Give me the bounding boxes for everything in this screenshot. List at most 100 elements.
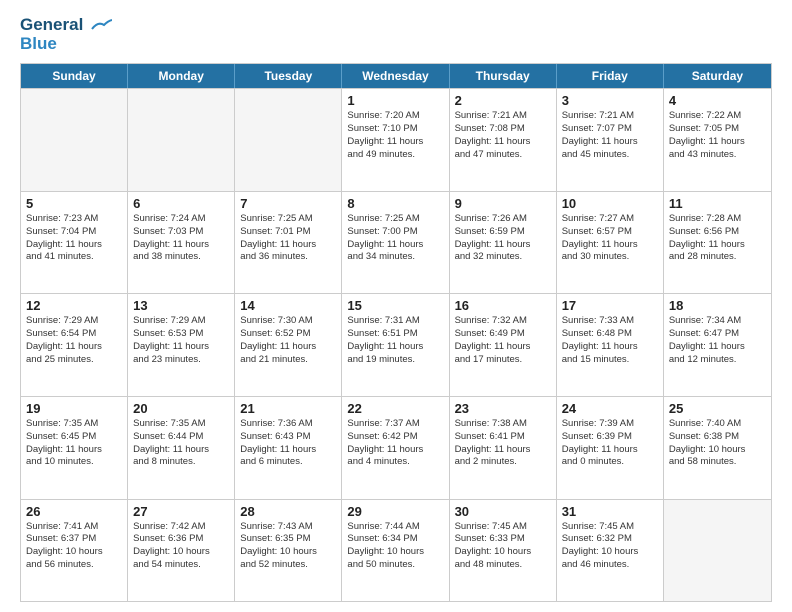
calendar-header: SundayMondayTuesdayWednesdayThursdayFrid… xyxy=(21,64,771,88)
calendar-day-26: 26Sunrise: 7:41 AM Sunset: 6:37 PM Dayli… xyxy=(21,500,128,602)
logo-bird-icon xyxy=(90,19,112,33)
day-number: 27 xyxy=(133,504,229,519)
day-info: Sunrise: 7:29 AM Sunset: 6:53 PM Dayligh… xyxy=(133,315,229,366)
day-info: Sunrise: 7:45 AM Sunset: 6:33 PM Dayligh… xyxy=(455,521,551,572)
day-info: Sunrise: 7:33 AM Sunset: 6:48 PM Dayligh… xyxy=(562,315,658,366)
weekday-header-saturday: Saturday xyxy=(664,64,771,88)
calendar-day-16: 16Sunrise: 7:32 AM Sunset: 6:49 PM Dayli… xyxy=(450,294,557,396)
day-info: Sunrise: 7:40 AM Sunset: 6:38 PM Dayligh… xyxy=(669,418,766,469)
calendar-day-31: 31Sunrise: 7:45 AM Sunset: 6:32 PM Dayli… xyxy=(557,500,664,602)
day-info: Sunrise: 7:21 AM Sunset: 7:07 PM Dayligh… xyxy=(562,110,658,161)
day-number: 2 xyxy=(455,93,551,108)
day-number: 30 xyxy=(455,504,551,519)
weekday-header-sunday: Sunday xyxy=(21,64,128,88)
calendar-day-3: 3 Sunrise: 7:21 AM Sunset: 7:07 PM Daylig… xyxy=(557,89,664,191)
day-number: 21 xyxy=(240,401,336,416)
day-number: 19 xyxy=(26,401,122,416)
calendar-day-9: 9 Sunrise: 7:26 AM Sunset: 6:59 PM Daylig… xyxy=(450,192,557,294)
calendar-week-3: 12 Sunrise: 7:29 AM Sunset: 6:54 PM Dayli… xyxy=(21,293,771,396)
day-info: Sunrise: 7:35 AM Sunset: 6:45 PM Dayligh… xyxy=(26,418,122,469)
day-number: 4 xyxy=(669,93,766,108)
day-number: 28 xyxy=(240,504,336,519)
day-info: Sunrise: 7:34 AM Sunset: 6:47 PM Dayligh… xyxy=(669,315,766,366)
day-info: Sunrise: 7:37 AM Sunset: 6:42 PM Dayligh… xyxy=(347,418,443,469)
day-number: 23 xyxy=(455,401,551,416)
day-info: Sunrise: 7:30 AM Sunset: 6:52 PM Dayligh… xyxy=(240,315,336,366)
day-number: 22 xyxy=(347,401,443,416)
day-number: 9 xyxy=(455,196,551,211)
calendar-day-empty xyxy=(128,89,235,191)
day-info: Sunrise: 7:38 AM Sunset: 6:41 PM Dayligh… xyxy=(455,418,551,469)
calendar-day-10: 10Sunrise: 7:27 AM Sunset: 6:57 PM Dayli… xyxy=(557,192,664,294)
calendar-day-22: 22 Sunrise: 7:37 AM Sunset: 6:42 PM Dayli… xyxy=(342,397,449,499)
calendar-week-2: 5 Sunrise: 7:23 AM Sunset: 7:04 PM Daylig… xyxy=(21,191,771,294)
day-info: Sunrise: 7:25 AM Sunset: 7:00 PM Dayligh… xyxy=(347,213,443,264)
logo-text: General Blue xyxy=(20,16,112,53)
logo: General Blue xyxy=(20,16,112,53)
day-info: Sunrise: 7:31 AM Sunset: 6:51 PM Dayligh… xyxy=(347,315,443,366)
calendar-day-empty xyxy=(235,89,342,191)
calendar-day-6: 6Sunrise: 7:24 AM Sunset: 7:03 PM Daylig… xyxy=(128,192,235,294)
calendar-day-13: 13 Sunrise: 7:29 AM Sunset: 6:53 PM Dayli… xyxy=(128,294,235,396)
day-number: 11 xyxy=(669,196,766,211)
calendar-day-21: 21 Sunrise: 7:36 AM Sunset: 6:43 PM Dayli… xyxy=(235,397,342,499)
day-number: 12 xyxy=(26,298,122,313)
calendar-day-14: 14 Sunrise: 7:30 AM Sunset: 6:52 PM Dayli… xyxy=(235,294,342,396)
day-number: 17 xyxy=(562,298,658,313)
calendar-day-30: 30 Sunrise: 7:45 AM Sunset: 6:33 PM Dayli… xyxy=(450,500,557,602)
day-number: 26 xyxy=(26,504,122,519)
day-number: 8 xyxy=(347,196,443,211)
day-info: Sunrise: 7:27 AM Sunset: 6:57 PM Dayligh… xyxy=(562,213,658,264)
day-info: Sunrise: 7:24 AM Sunset: 7:03 PM Dayligh… xyxy=(133,213,229,264)
day-number: 15 xyxy=(347,298,443,313)
calendar-day-2: 2 Sunrise: 7:21 AM Sunset: 7:08 PM Daylig… xyxy=(450,89,557,191)
calendar-day-15: 15 Sunrise: 7:31 AM Sunset: 6:51 PM Dayli… xyxy=(342,294,449,396)
day-info: Sunrise: 7:36 AM Sunset: 6:43 PM Dayligh… xyxy=(240,418,336,469)
day-info: Sunrise: 7:35 AM Sunset: 6:44 PM Dayligh… xyxy=(133,418,229,469)
day-number: 24 xyxy=(562,401,658,416)
weekday-header-tuesday: Tuesday xyxy=(235,64,342,88)
day-info: Sunrise: 7:25 AM Sunset: 7:01 PM Dayligh… xyxy=(240,213,336,264)
calendar-day-28: 28 Sunrise: 7:43 AM Sunset: 6:35 PM Dayli… xyxy=(235,500,342,602)
calendar-body: 1Sunrise: 7:20 AM Sunset: 7:10 PM Daylig… xyxy=(21,88,771,601)
day-info: Sunrise: 7:29 AM Sunset: 6:54 PM Dayligh… xyxy=(26,315,122,366)
day-info: Sunrise: 7:45 AM Sunset: 6:32 PM Dayligh… xyxy=(562,521,658,572)
weekday-header-wednesday: Wednesday xyxy=(342,64,449,88)
page: General Blue SundayMondayTuesdayWednesda… xyxy=(0,0,792,612)
day-info: Sunrise: 7:26 AM Sunset: 6:59 PM Dayligh… xyxy=(455,213,551,264)
day-info: Sunrise: 7:21 AM Sunset: 7:08 PM Dayligh… xyxy=(455,110,551,161)
day-info: Sunrise: 7:44 AM Sunset: 6:34 PM Dayligh… xyxy=(347,521,443,572)
day-number: 18 xyxy=(669,298,766,313)
calendar-day-1: 1Sunrise: 7:20 AM Sunset: 7:10 PM Daylig… xyxy=(342,89,449,191)
day-number: 20 xyxy=(133,401,229,416)
day-info: Sunrise: 7:42 AM Sunset: 6:36 PM Dayligh… xyxy=(133,521,229,572)
day-info: Sunrise: 7:20 AM Sunset: 7:10 PM Dayligh… xyxy=(347,110,443,161)
day-info: Sunrise: 7:23 AM Sunset: 7:04 PM Dayligh… xyxy=(26,213,122,264)
calendar-day-empty xyxy=(21,89,128,191)
calendar-day-18: 18 Sunrise: 7:34 AM Sunset: 6:47 PM Dayli… xyxy=(664,294,771,396)
calendar-day-20: 20 Sunrise: 7:35 AM Sunset: 6:44 PM Dayli… xyxy=(128,397,235,499)
calendar-day-12: 12 Sunrise: 7:29 AM Sunset: 6:54 PM Dayli… xyxy=(21,294,128,396)
day-info: Sunrise: 7:39 AM Sunset: 6:39 PM Dayligh… xyxy=(562,418,658,469)
calendar-day-8: 8 Sunrise: 7:25 AM Sunset: 7:00 PM Daylig… xyxy=(342,192,449,294)
weekday-header-thursday: Thursday xyxy=(450,64,557,88)
calendar-day-5: 5 Sunrise: 7:23 AM Sunset: 7:04 PM Daylig… xyxy=(21,192,128,294)
day-info: Sunrise: 7:32 AM Sunset: 6:49 PM Dayligh… xyxy=(455,315,551,366)
day-info: Sunrise: 7:43 AM Sunset: 6:35 PM Dayligh… xyxy=(240,521,336,572)
weekday-header-monday: Monday xyxy=(128,64,235,88)
day-number: 14 xyxy=(240,298,336,313)
calendar-week-5: 26Sunrise: 7:41 AM Sunset: 6:37 PM Dayli… xyxy=(21,499,771,602)
day-number: 5 xyxy=(26,196,122,211)
day-number: 13 xyxy=(133,298,229,313)
calendar-day-27: 27 Sunrise: 7:42 AM Sunset: 6:36 PM Dayli… xyxy=(128,500,235,602)
calendar-day-11: 11Sunrise: 7:28 AM Sunset: 6:56 PM Dayli… xyxy=(664,192,771,294)
calendar-day-4: 4 Sunrise: 7:22 AM Sunset: 7:05 PM Daylig… xyxy=(664,89,771,191)
calendar: SundayMondayTuesdayWednesdayThursdayFrid… xyxy=(20,63,772,602)
day-info: Sunrise: 7:22 AM Sunset: 7:05 PM Dayligh… xyxy=(669,110,766,161)
calendar-day-19: 19 Sunrise: 7:35 AM Sunset: 6:45 PM Dayli… xyxy=(21,397,128,499)
calendar-day-empty xyxy=(664,500,771,602)
calendar-day-29: 29Sunrise: 7:44 AM Sunset: 6:34 PM Dayli… xyxy=(342,500,449,602)
day-number: 3 xyxy=(562,93,658,108)
header: General Blue xyxy=(20,16,772,53)
day-number: 7 xyxy=(240,196,336,211)
